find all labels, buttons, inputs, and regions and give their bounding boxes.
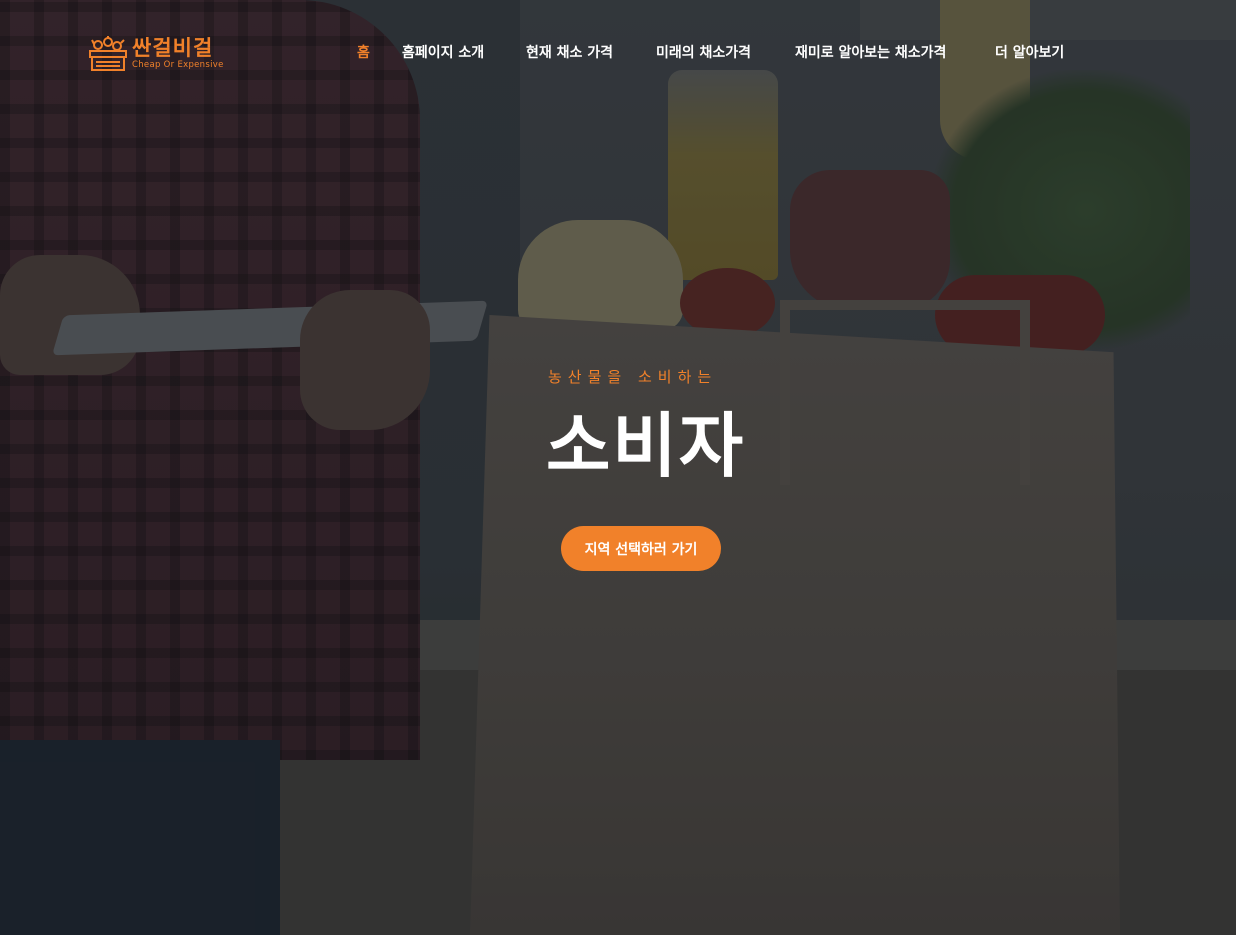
nav-item-home[interactable]: 홈 [357,42,370,62]
nav-item-about[interactable]: 홈페이지 소개 [402,42,484,62]
hero-title: 소비자 [546,405,746,487]
hero-section: 싼걸비걸 Cheap Or Expensive 홈 홈페이지 소개 현재 채소 … [0,0,1236,935]
nav-item-current-prices[interactable]: 현재 채소 가격 [526,42,613,62]
select-region-button[interactable]: 지역 선택하러 가기 [561,526,721,571]
main-nav: 홈 홈페이지 소개 현재 채소 가격 미래의 채소가격 재미로 알아보는 채소가… [0,42,1236,64]
hero-eyebrow: 농산물을 소비하는 [548,368,718,386]
nav-item-more[interactable]: 더 알아보기 [995,42,1064,62]
nav-item-future-prices[interactable]: 미래의 채소가격 [656,42,751,62]
nav-item-fun-prices[interactable]: 재미로 알아보는 채소가격 [795,42,946,62]
site-header: 싼걸비걸 Cheap Or Expensive 홈 홈페이지 소개 현재 채소 … [0,0,1236,104]
